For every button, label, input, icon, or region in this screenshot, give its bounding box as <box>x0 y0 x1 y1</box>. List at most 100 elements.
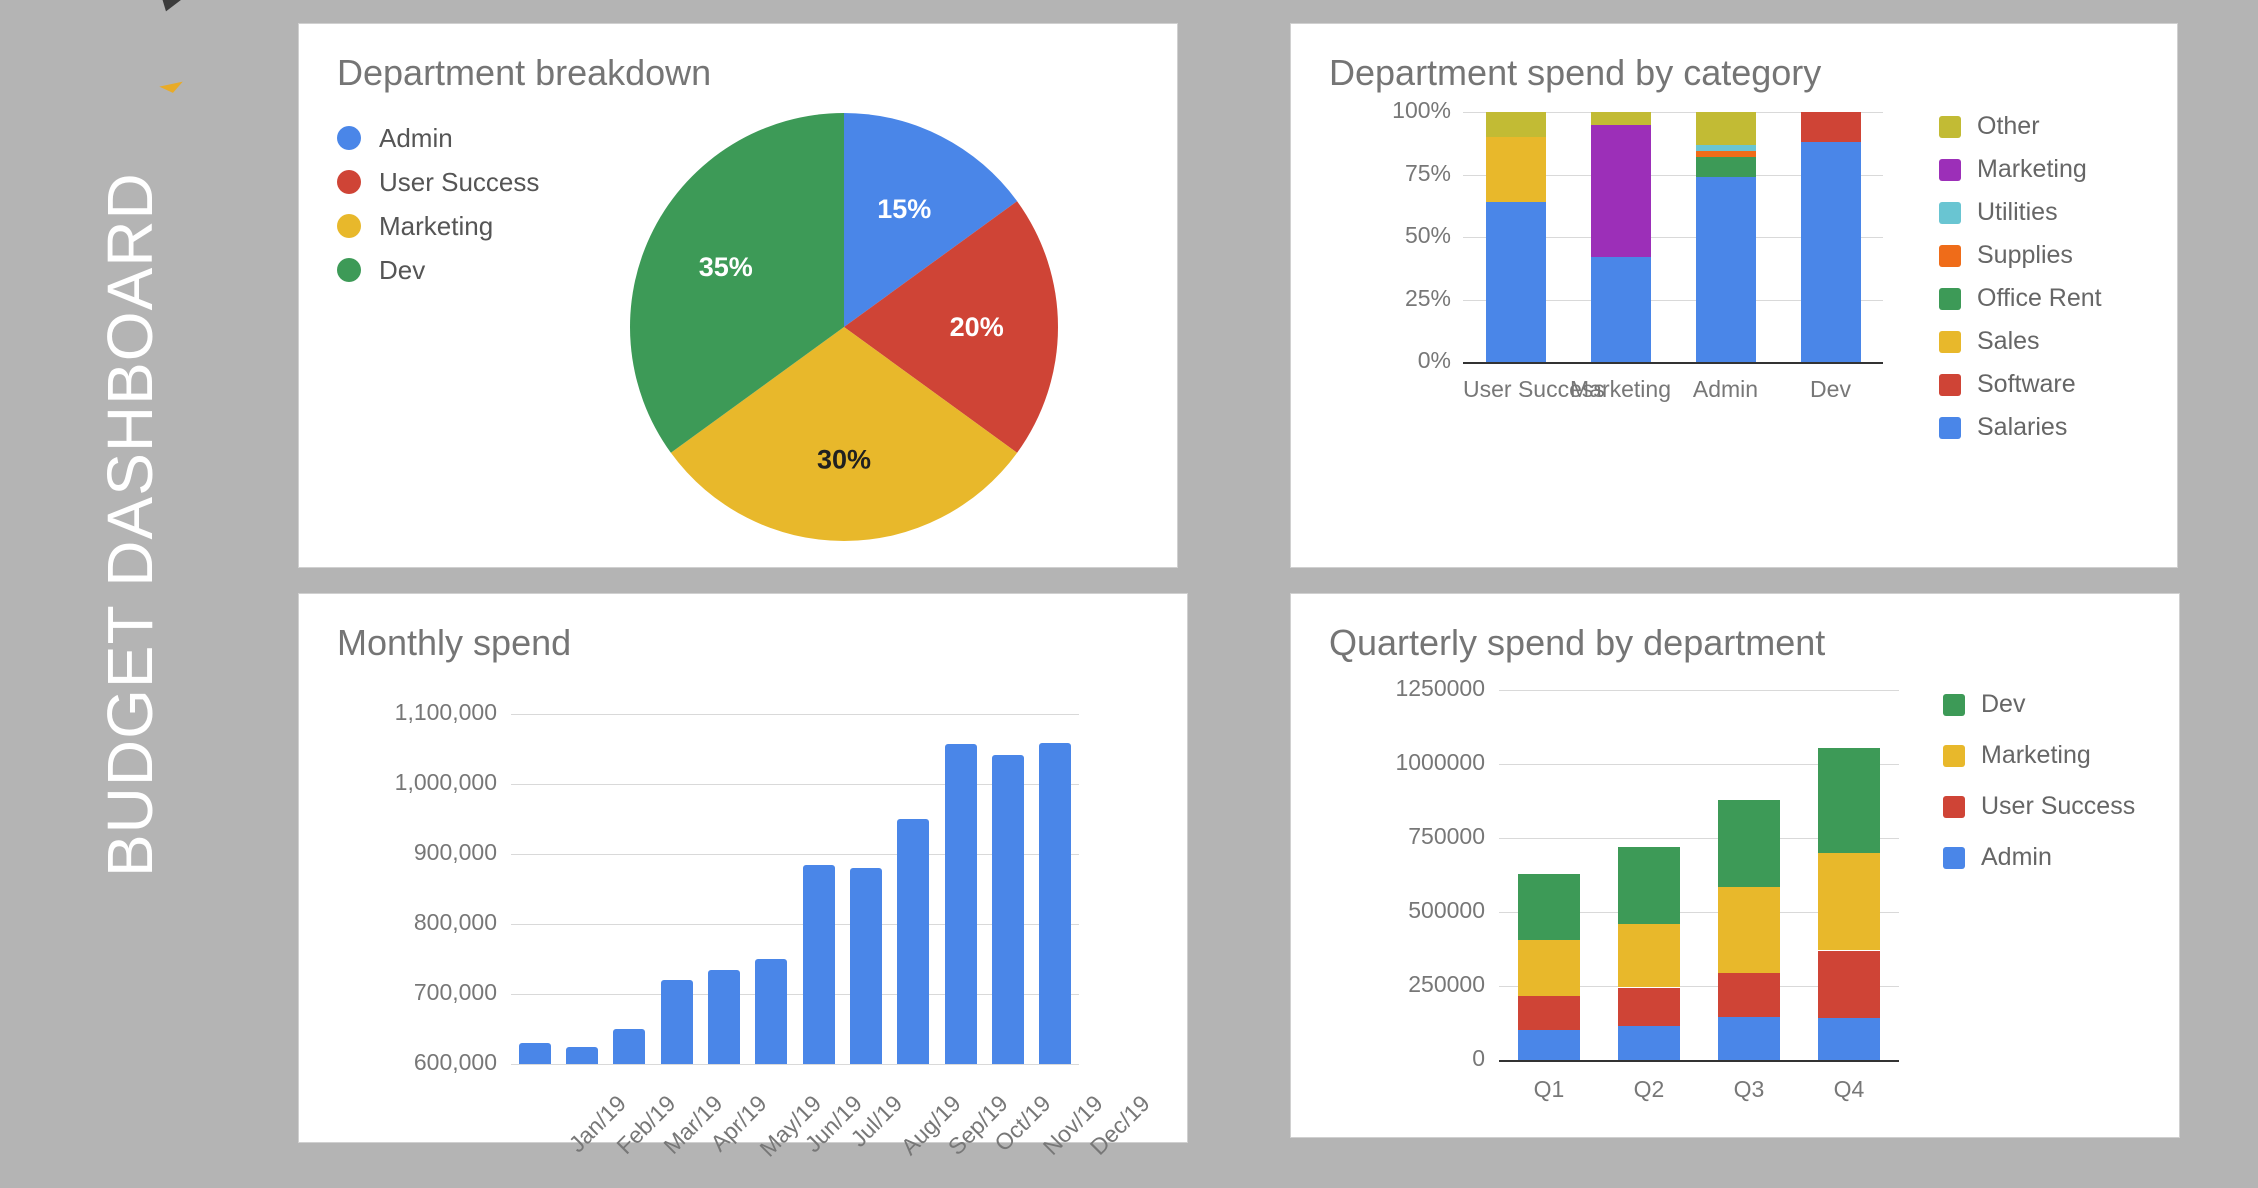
pie-legend-item: Dev <box>337 248 539 292</box>
legend-item: Office Rent <box>1939 284 2102 313</box>
bar-segment <box>1818 747 1880 853</box>
bar <box>897 819 930 1064</box>
x-axis-tick: Dev <box>1810 376 1851 402</box>
legend-label: Marketing <box>1977 155 2087 183</box>
bar <box>755 959 788 1064</box>
bar-segment <box>1818 950 1880 1018</box>
stacked-bar <box>1800 112 1861 362</box>
decorative-triangle-yellow <box>159 81 185 96</box>
card-department-breakdown: Department breakdown Admin User Success Ma… <box>298 23 1178 568</box>
legend-color-swatch <box>1939 158 1961 181</box>
legend-label: User Success <box>379 166 540 197</box>
bar-segment <box>1618 923 1680 988</box>
legend-item: Other <box>1939 112 2102 141</box>
legend-item: Software <box>1939 370 2102 399</box>
legend-item: Admin <box>1943 843 2135 872</box>
stacked-bar <box>1695 112 1756 362</box>
bar-segment <box>1800 112 1861 142</box>
stacked-bar <box>1818 690 1880 1060</box>
bar-segment <box>1590 124 1651 257</box>
card-quarterly-spend: Quarterly spend by department 0 250000 500… <box>1290 593 2180 1138</box>
bar <box>518 1043 551 1064</box>
bar <box>802 864 835 1064</box>
legend-label: Utilities <box>1977 198 2058 226</box>
y-axis-tick: 1000000 <box>1395 749 1485 775</box>
decorative-triangle-dark <box>148 0 192 17</box>
legend-label: Marketing <box>1981 741 2091 769</box>
legend-item: Supplies <box>1939 241 2102 270</box>
x-axis-tick: User Success <box>1463 376 1605 402</box>
bar-segment <box>1590 112 1651 125</box>
y-axis-tick: 700,000 <box>413 979 497 1005</box>
chart-title-department-breakdown: Department breakdown <box>337 52 712 93</box>
pie-slice-label: 35% <box>699 252 753 282</box>
gridline <box>1463 362 1883 364</box>
bar-segment <box>1518 996 1580 1031</box>
legend-color-swatch <box>1943 795 1965 818</box>
category-legend: Other Marketing Utilities Supplies Office Re… <box>1939 112 2102 456</box>
pie-chart: 15% 20% 30% 35% <box>629 112 1059 542</box>
bar-segment <box>1618 987 1680 1026</box>
bar-segment <box>1695 112 1756 145</box>
legend-color-dot <box>337 214 361 238</box>
stacked-bar <box>1518 690 1580 1060</box>
y-axis-tick: 250000 <box>1408 971 1485 997</box>
x-axis-tick: Admin <box>1692 376 1759 402</box>
pie-slice-label: 30% <box>817 445 871 475</box>
x-axis-tick: Q1 <box>1533 1076 1565 1102</box>
legend-color-swatch <box>1939 201 1961 224</box>
bar-segment <box>1695 157 1756 177</box>
bar-segment <box>1695 144 1756 151</box>
legend-item: Salaries <box>1939 413 2102 442</box>
stacked-bar <box>1718 690 1780 1060</box>
pie-legend-item: Admin <box>337 116 539 160</box>
bar-segment <box>1618 846 1680 924</box>
bar <box>660 980 693 1064</box>
y-axis-tick: 0 <box>1472 1045 1485 1071</box>
legend-label: Dev <box>1981 690 2026 718</box>
legend-item: Sales <box>1939 327 2102 356</box>
bar-segment <box>1695 150 1756 157</box>
card-department-spend-by-category: Department spend by category 0% 25% 50% 75%… <box>1290 23 2178 568</box>
legend-color-swatch <box>1939 115 1961 138</box>
y-axis-tick: 500000 <box>1408 897 1485 923</box>
bar-segment <box>1518 873 1580 941</box>
quarterly-legend: Dev Marketing User Success Admin <box>1943 690 2135 894</box>
legend-color-swatch <box>1943 744 1965 767</box>
y-axis-tick: 100% <box>1392 97 1451 123</box>
legend-label: Software <box>1977 370 2076 398</box>
legend-color-swatch <box>1939 244 1961 267</box>
bar <box>992 754 1024 1064</box>
stacked-bar <box>1485 112 1546 362</box>
bar-segment <box>1485 137 1546 202</box>
y-axis-tick: 25% <box>1404 284 1451 311</box>
legend-label: User Success <box>1981 792 2136 820</box>
x-axis-tick: Q3 <box>1733 1076 1765 1102</box>
bar-segment <box>1718 799 1780 887</box>
bar-segment <box>1718 1017 1780 1060</box>
legend-label: Other <box>1977 112 2040 140</box>
bar <box>850 868 882 1064</box>
legend-label: Office Rent <box>1977 284 2102 312</box>
x-axis-tick: Q2 <box>1633 1076 1665 1102</box>
pie-legend-item: User Success <box>337 160 539 204</box>
x-axis-tick: Marketing <box>1570 376 1671 402</box>
legend-label: Salaries <box>1977 413 2068 441</box>
bar-segment <box>1695 177 1756 362</box>
monthly-plot-area: 600,000 700,000 800,000 900,000 1,000,000 1,1… <box>299 594 1189 1162</box>
bar <box>708 969 740 1064</box>
legend-label: Admin <box>379 122 453 153</box>
bar-segment <box>1618 1025 1680 1060</box>
legend-color-dot <box>337 258 361 282</box>
legend-color-swatch <box>1939 373 1961 396</box>
legend-label: Marketing <box>379 210 494 241</box>
bar-segment <box>1485 112 1546 137</box>
bar-segment <box>1818 1017 1880 1060</box>
legend-item: User Success <box>1943 792 2135 821</box>
page-title: BUDGET DASHBOARD <box>94 172 166 877</box>
card-monthly-spend: Monthly spend 600,000 700,000 800,000 900,0… <box>298 593 1189 1162</box>
pie-legend-item: Marketing <box>337 204 539 248</box>
y-axis-tick: 75% <box>1404 159 1451 186</box>
bar <box>1039 743 1072 1064</box>
gridline <box>1499 1060 1899 1062</box>
